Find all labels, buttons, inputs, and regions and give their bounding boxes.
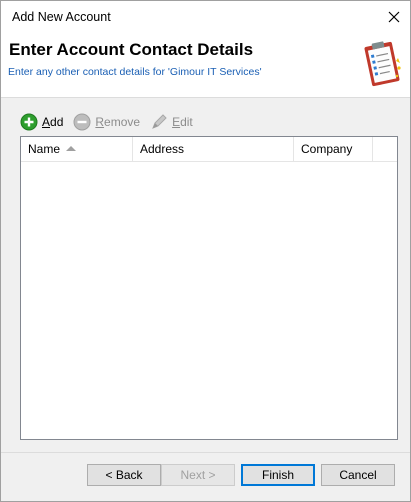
wizard-header: Enter Account Contact Details Enter any … [1,32,410,98]
remove-icon [73,113,91,131]
window-title: Add New Account [12,10,111,24]
close-icon [388,11,400,22]
edit-button-label: Edit [172,115,193,129]
column-header-label: Company [301,142,353,156]
add-button-label: Add [42,115,64,129]
page-heading: Enter Account Contact Details [9,40,254,59]
footer-divider [1,452,410,453]
sort-ascending-icon [66,146,76,151]
add-icon [20,113,38,131]
column-header-address[interactable]: Address [133,137,294,162]
edit-icon [152,114,167,129]
add-account-dialog: Add New Account Enter Account Contact De… [0,0,411,502]
next-button[interactable]: Next > [161,464,235,486]
column-header-label: Name [28,142,61,156]
page-subtitle: Enter any other contact details for 'Gim… [8,66,262,78]
cancel-button[interactable]: Cancel [321,464,395,486]
add-button[interactable]: Add [20,111,63,133]
column-header-company[interactable]: Company [294,137,373,162]
back-button[interactable]: < Back [87,464,161,486]
column-header-label: Address [140,142,185,156]
edit-button[interactable]: Edit [150,111,193,133]
column-header-name[interactable]: Name [21,137,133,162]
remove-button[interactable]: Remove [73,111,140,133]
finish-button[interactable]: Finish [241,464,315,486]
contacts-toolbar: Add Remove Edit [20,109,398,135]
contacts-list[interactable]: Name Address Company [20,136,398,440]
clipboard-icon [364,41,401,87]
list-header: Name Address Company [21,137,397,162]
title-bar: Add New Account [1,1,410,32]
remove-button-label: Remove [95,115,141,129]
close-button[interactable] [378,1,410,32]
